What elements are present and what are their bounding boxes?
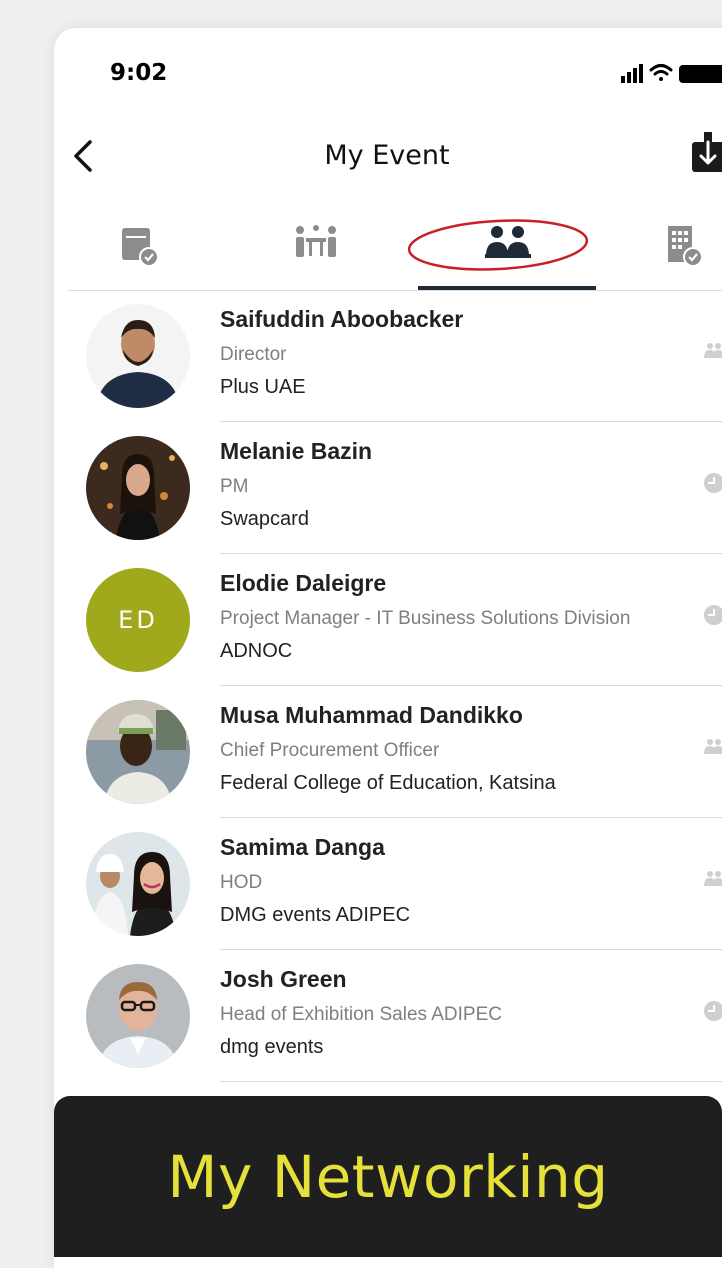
contact-company: ADNOC [220, 640, 293, 662]
people-icon [704, 343, 722, 358]
list-item[interactable]: Musa Muhammad Dandikko Chief Procurement… [54, 686, 722, 818]
page-title: My Event [324, 140, 450, 171]
battery-icon [679, 65, 722, 83]
contact-role: Head of Exhibition Sales ADIPEC [220, 1004, 502, 1025]
contact-role: Director [220, 344, 287, 365]
contact-name: Musa Muhammad Dandikko [220, 702, 523, 728]
avatar-initials: ED [118, 606, 158, 634]
contact-name: Samima Danga [220, 834, 385, 860]
tab-networking[interactable] [418, 212, 596, 290]
wifi-icon [649, 64, 673, 81]
people-group-icon [485, 226, 531, 258]
tab-agenda[interactable] [80, 212, 200, 288]
contact-company: Federal College of Education, Katsina [220, 772, 556, 794]
list-item[interactable]: Saifuddin Aboobacker Director Plus UAE [54, 290, 722, 422]
caption-banner: My Networking [54, 1096, 722, 1257]
avatar [86, 304, 190, 408]
contact-company: dmg events [220, 1036, 324, 1058]
tab-meetings[interactable] [256, 212, 376, 288]
contact-name: Elodie Daleigre [220, 570, 387, 596]
status-icons [621, 64, 722, 83]
contact-list: Saifuddin Aboobacker Director Plus UAE M… [54, 290, 722, 1082]
meeting-table-icon [296, 225, 336, 257]
list-item[interactable]: Samima Danga HOD DMG events ADIPEC [54, 818, 722, 950]
tab-bar [68, 212, 722, 291]
contact-company: Plus UAE [220, 376, 306, 398]
avatar [86, 832, 190, 936]
avatar: ED [86, 568, 190, 672]
list-item[interactable]: Melanie Bazin PM Swapcard [54, 422, 722, 554]
clock-icon [704, 1001, 722, 1021]
clock-icon [704, 473, 722, 493]
signal-icon [621, 64, 643, 83]
banner-text: My Networking [167, 1142, 609, 1211]
people-icon [704, 739, 722, 754]
contact-name: Melanie Bazin [220, 438, 373, 464]
building-check-icon [668, 226, 703, 267]
people-icon [704, 871, 722, 886]
phone-screen: 9:02 My Event Saifuddin Aboobacker Direc… [54, 28, 722, 1268]
contact-role: Project Manager - IT Business Solutions … [220, 608, 631, 629]
download-icon[interactable] [690, 132, 722, 174]
tab-exhibitors[interactable] [624, 212, 722, 288]
avatar [86, 436, 190, 540]
contact-company: DMG events ADIPEC [220, 904, 411, 926]
avatar [86, 700, 190, 804]
contact-company: Swapcard [220, 508, 309, 530]
clock-icon [704, 605, 722, 625]
contact-role: HOD [220, 872, 263, 893]
avatar [86, 964, 190, 1068]
contact-role: PM [220, 476, 249, 497]
status-time: 9:02 [110, 60, 168, 86]
list-item[interactable]: Josh Green Head of Exhibition Sales ADIP… [54, 950, 722, 1082]
list-item[interactable]: ED Elodie Daleigre Project Manager - IT … [54, 554, 722, 686]
contact-role: Chief Procurement Officer [220, 740, 440, 761]
calendar-check-icon [122, 228, 159, 267]
contact-name: Saifuddin Aboobacker [220, 306, 464, 332]
contact-name: Josh Green [220, 966, 347, 992]
